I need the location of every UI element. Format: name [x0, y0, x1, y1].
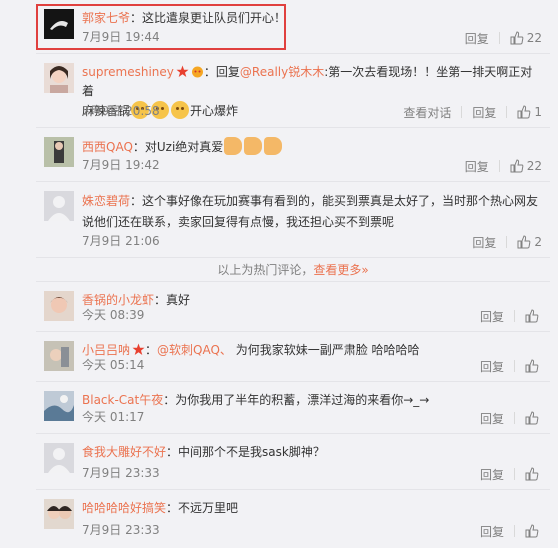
comment-text: ：真好 [154, 293, 191, 307]
divider [514, 412, 515, 424]
like-button[interactable]: 2 [517, 235, 542, 249]
like-button[interactable] [525, 359, 542, 373]
view-more-link[interactable]: 查看更多» [313, 263, 368, 277]
commenter-name[interactable]: 小吕吕呐 [82, 343, 130, 357]
avatar[interactable] [44, 191, 74, 221]
comment-time: 今天 05:14 [82, 358, 145, 372]
comment-time: 7月9日 23:33 [82, 523, 160, 537]
reply-button[interactable]: 回复 [472, 234, 496, 251]
commenter-name[interactable]: supremeshiney [82, 65, 174, 79]
comment-text: ：对Uzi绝对真爱 [132, 140, 224, 154]
divider [514, 468, 515, 480]
like-count: 2 [534, 235, 542, 249]
comment-text: ：不远万里吧 [166, 501, 239, 515]
comment-item: 西西QAQ：对Uzi绝对真爱 7月9日 19:42 回复 22 [36, 128, 550, 182]
like-button[interactable]: 22 [510, 159, 542, 173]
divider [514, 525, 515, 537]
comment-prefix: ：回复 [203, 65, 240, 79]
commenter-name[interactable]: 姝恋碧荷 [82, 194, 130, 208]
divider [461, 106, 463, 118]
commenter-name[interactable]: 西西QAQ [82, 140, 133, 154]
like-count: 1 [534, 105, 542, 119]
thumbs-up-emoji-icon [244, 137, 263, 155]
avatar[interactable] [44, 391, 74, 421]
comment-time: 7月9日 21:06 [82, 234, 160, 248]
avatar[interactable] [44, 63, 74, 93]
hot-comments-label: 以上为热门评论， [217, 263, 314, 277]
comment-text: ：为你我用了半年的积蓄，漂洋过海的来看你→_→ [163, 393, 430, 407]
divider [506, 236, 508, 248]
thumbs-up-emoji-icon [224, 137, 243, 155]
comment-text-line3: 开心爆炸 [190, 104, 239, 118]
highlight-box [36, 4, 286, 50]
reply-button[interactable]: 回复 [465, 30, 489, 47]
comment-time: 7月9日 19:42 [82, 158, 160, 172]
thumbs-up-icon [525, 309, 539, 323]
divider [498, 160, 500, 172]
star-badge-icon [176, 65, 189, 77]
commenter-name[interactable]: 食我大雕好不好 [82, 445, 166, 459]
reply-button[interactable]: 回复 [480, 358, 504, 375]
comment-text: ：这个事好像在玩加赛事有看到的，能买到票真是太好了，当时那个热心网友说他们还在联… [82, 194, 539, 229]
thumbs-up-icon [525, 467, 539, 481]
thumbs-up-emoji-icon [264, 137, 283, 155]
comment-item: Black-Cat午夜：为你我用了半年的积蓄，漂洋过海的来看你→_→ 今天 01… [36, 382, 550, 434]
thumbs-up-icon [510, 159, 524, 173]
crown-badge-icon [191, 66, 203, 78]
comment-item: 姝恋碧荷：这个事好像在玩加赛事有看到的，能买到票真是太好了，当时那个热心网友说他… [36, 182, 550, 258]
comment-item: 食我大雕好不好：中间那个不是我sask脚神？ 7月9日 23:33 回复 [36, 434, 550, 490]
reply-button[interactable]: 回复 [480, 466, 504, 483]
comment-item: 哈哈哈哈好搞笑：不远万里吧 7月9日 23:33 回复 [36, 490, 550, 546]
comment-time: 今天 01:17 [82, 410, 145, 424]
divider [506, 106, 508, 118]
divider [514, 310, 515, 322]
comment-item: 香锅的小龙虾：真好 今天 08:39 回复 [36, 282, 550, 332]
view-conversation-button[interactable]: 查看对话 [403, 104, 451, 121]
thumbs-up-icon [525, 359, 539, 373]
thumbs-up-icon [525, 411, 539, 425]
like-count: 22 [526, 31, 542, 45]
avatar[interactable] [44, 341, 74, 371]
reply-button[interactable]: 回复 [465, 158, 489, 175]
commenter-name[interactable]: 香锅的小龙虾 [82, 293, 154, 307]
divider [514, 360, 515, 372]
comment-time: 今天 08:39 [82, 308, 145, 322]
like-button[interactable] [525, 411, 542, 425]
mention-link[interactable]: @Really锐木木 [240, 65, 324, 79]
comment-text: 为何我家软妹一副严肃脸 哈哈哈哈 [231, 343, 420, 357]
thumbs-up-icon [517, 235, 531, 249]
comment-item: 小吕吕呐 ：@软刺QAQ、 为何我家软妹一副严肃脸 哈哈哈哈 今天 05:14 回… [36, 332, 550, 382]
avatar[interactable] [44, 291, 74, 321]
like-button[interactable]: 1 [517, 105, 542, 119]
mention-link[interactable]: @软刺QAQ、 [157, 343, 232, 357]
comment-time: 7月9日 20:58 [82, 104, 160, 118]
avatar[interactable] [44, 499, 74, 529]
hot-comments-divider: 以上为热门评论，查看更多» [36, 258, 550, 282]
thumbs-up-icon [510, 31, 524, 45]
reply-button[interactable]: 回复 [472, 104, 496, 121]
divider [498, 32, 500, 44]
reply-button[interactable]: 回复 [480, 523, 504, 540]
comment-time: 7月9日 23:33 [82, 466, 160, 480]
avatar[interactable] [44, 137, 74, 167]
reply-button[interactable]: 回复 [480, 308, 504, 325]
like-button[interactable] [525, 524, 542, 538]
thumbs-up-icon [525, 524, 539, 538]
comment-text: ：中间那个不是我sask脚神？ [166, 445, 325, 459]
reply-button[interactable]: 回复 [480, 410, 504, 427]
comment-item: supremeshiney ：回复@Really锐木木:第一次去看现场！！坐第一排… [36, 54, 550, 128]
like-count: 22 [526, 159, 542, 173]
comment-list: 郭家七爷：这比遣泉更让队员们开心！ 7月9日 19:44 回复 22 supre… [0, 0, 558, 548]
cat-emoji-icon [171, 101, 190, 119]
like-button[interactable] [525, 309, 542, 323]
commenter-name[interactable]: Black-Cat午夜 [82, 393, 163, 407]
like-button[interactable]: 22 [510, 31, 542, 45]
avatar[interactable] [44, 443, 74, 473]
star-badge-icon [132, 343, 145, 355]
thumbs-up-icon [517, 105, 531, 119]
like-button[interactable] [525, 467, 542, 481]
commenter-name[interactable]: 哈哈哈哈好搞笑 [82, 501, 166, 515]
